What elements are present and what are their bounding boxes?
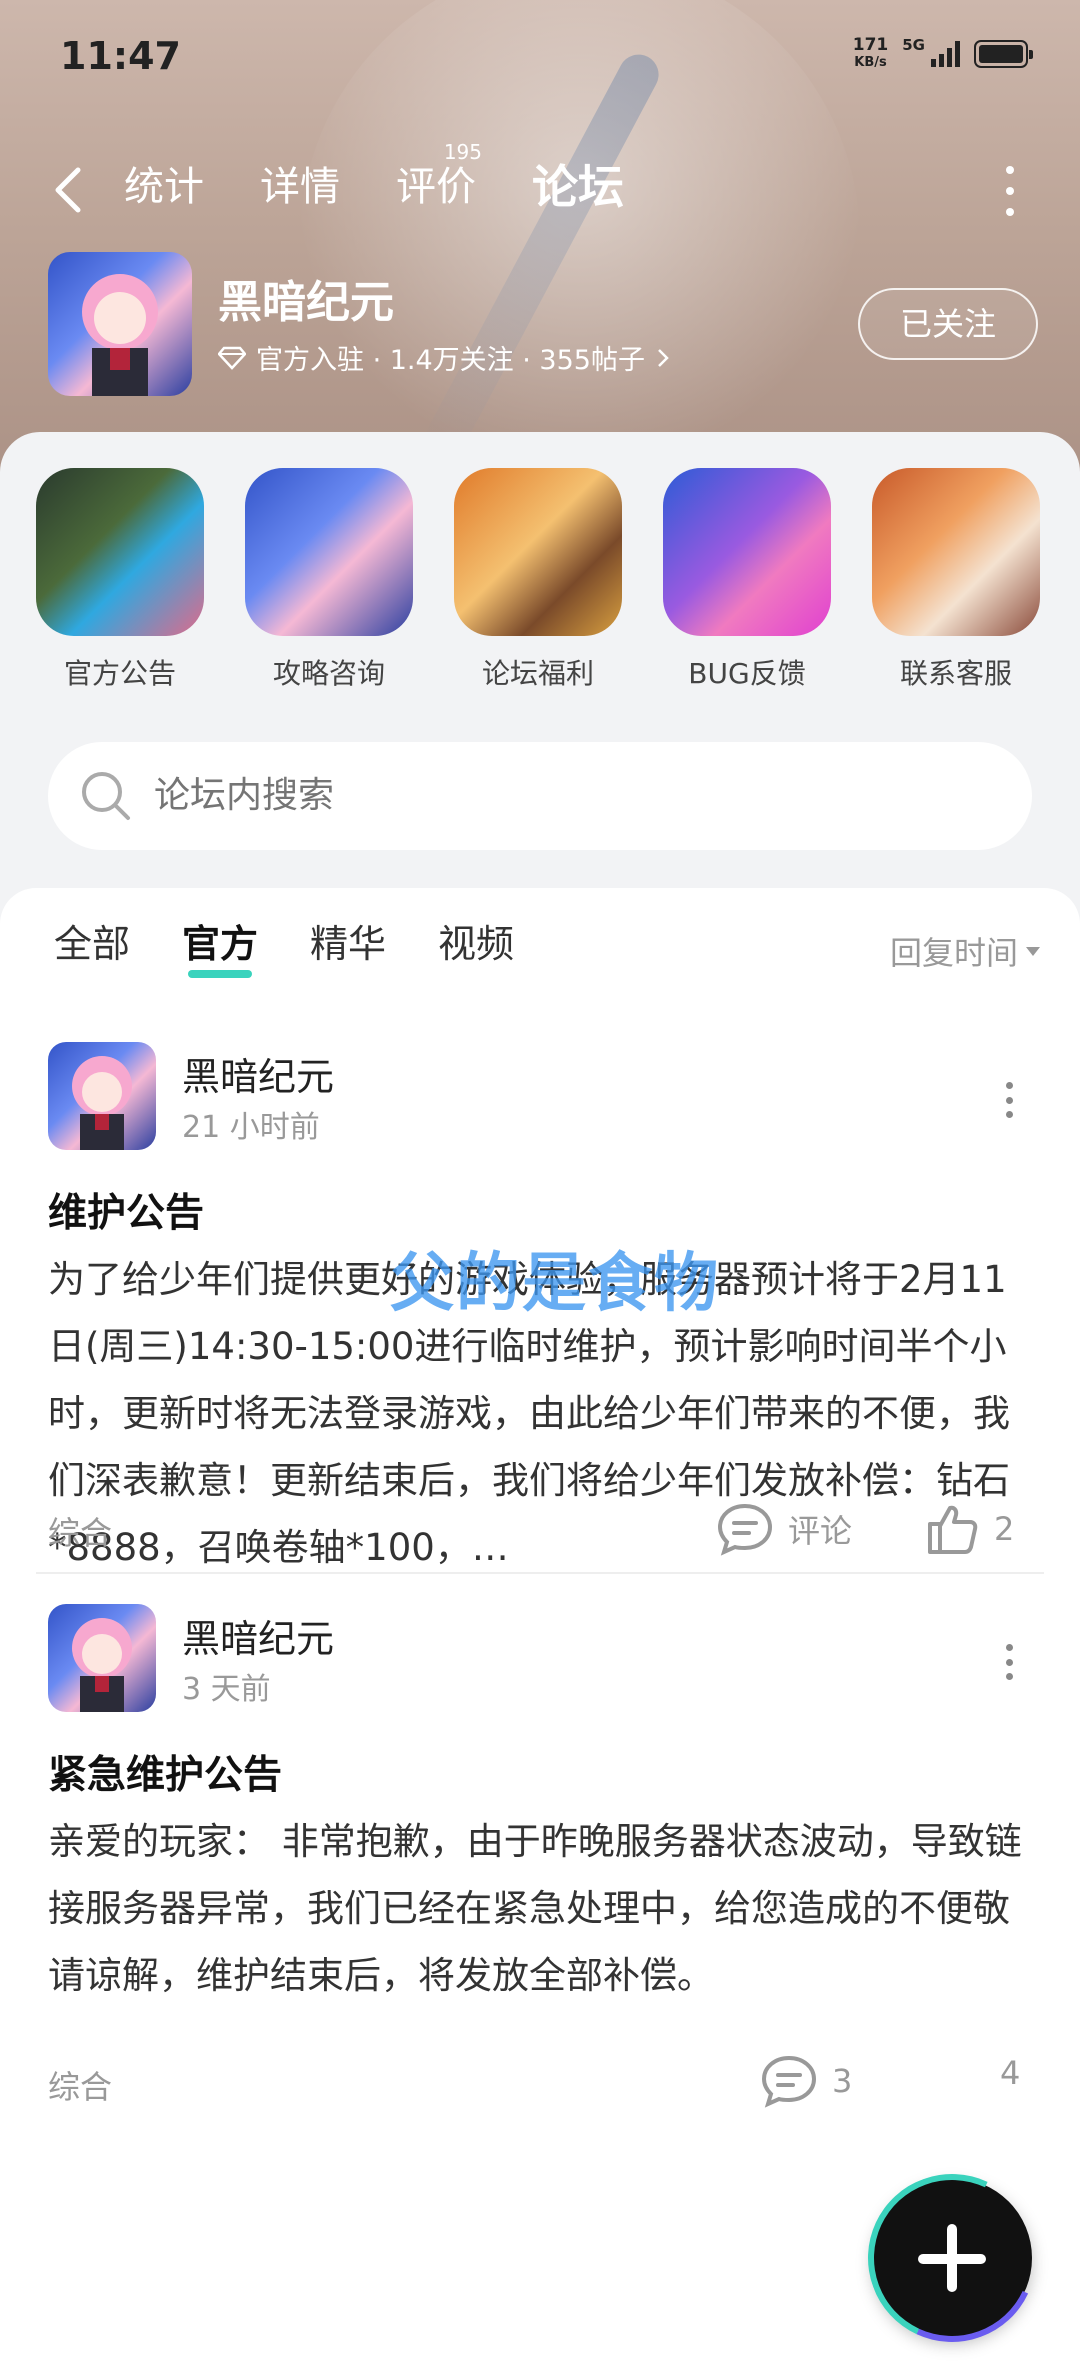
avatar[interactable] xyxy=(48,1604,156,1712)
chevron-left-icon xyxy=(55,167,81,213)
forum-panel: 官方公告 攻略咨询 论坛福利 BUG反馈 联系客服 全部 官方 精华 xyxy=(0,432,1080,2369)
sort-dropdown[interactable]: 回复时间 xyxy=(890,928,1040,974)
follow-button[interactable]: 已关注 xyxy=(858,288,1038,360)
feed-tabs: 全部 官方 精华 视频 xyxy=(54,914,514,978)
top-nav: 统计 详情 评价 195 论坛 xyxy=(0,142,1080,230)
chevron-right-icon xyxy=(658,348,669,367)
post-item[interactable]: 黑暗纪元 3 天前 紧急维护公告 亲爱的玩家： 非常抱歉，由于昨晚服务器状态波动… xyxy=(0,1604,1080,2164)
avatar[interactable] xyxy=(48,1042,156,1150)
forum-search[interactable] xyxy=(48,742,1032,850)
bug-report-icon xyxy=(663,468,831,636)
caret-down-icon xyxy=(1026,946,1040,956)
avatar-art xyxy=(72,1618,132,1712)
post-author[interactable]: 黑暗纪元 xyxy=(182,1046,334,1101)
tab-reviews-label: 评价 xyxy=(396,164,476,210)
benefits-icon xyxy=(454,468,622,636)
category-official-notice[interactable]: 官方公告 xyxy=(35,468,205,692)
battery-icon xyxy=(974,40,1033,68)
category-benefits[interactable]: 论坛福利 xyxy=(453,468,623,692)
tab-stats[interactable]: 统计 xyxy=(124,156,204,218)
back-button[interactable] xyxy=(46,160,96,220)
tab-video[interactable]: 视频 xyxy=(438,914,514,974)
diamond-icon xyxy=(218,346,246,370)
tab-details[interactable]: 详情 xyxy=(260,156,340,218)
post-divider xyxy=(36,1572,1044,1574)
like-count: 4 xyxy=(1000,2054,1021,2092)
more-vertical-icon xyxy=(1006,166,1014,174)
signal-icon xyxy=(931,41,960,67)
post-tag[interactable]: 综合 xyxy=(48,1508,112,1554)
quick-categories: 官方公告 攻略咨询 论坛福利 BUG反馈 联系客服 xyxy=(0,468,1080,698)
status-indicators: 171 KB/s 5G xyxy=(852,35,1033,72)
status-time: 11:47 xyxy=(60,34,181,78)
search-input[interactable] xyxy=(154,742,974,850)
tab-all[interactable]: 全部 xyxy=(54,914,130,974)
game-meta[interactable]: 官方入驻 · 1.4万关注 · 355帖子 xyxy=(218,338,671,377)
sort-label: 回复时间 xyxy=(889,934,1018,972)
comment-count: 3 xyxy=(832,2062,853,2100)
more-vertical-icon xyxy=(1005,1082,1013,1089)
nav-tabs: 统计 详情 评价 195 论坛 xyxy=(124,142,624,222)
category-guides[interactable]: 攻略咨询 xyxy=(244,468,414,692)
post-more-button[interactable] xyxy=(1004,1082,1014,1118)
network-type: 5G xyxy=(902,36,925,54)
guides-icon xyxy=(245,468,413,636)
post-more-button[interactable] xyxy=(1004,1644,1014,1680)
post-time: 3 天前 xyxy=(182,1672,271,1707)
comment-icon xyxy=(761,2055,817,2108)
comment-button[interactable]: 评论 xyxy=(716,1502,852,1556)
comment-label: 评论 xyxy=(788,1512,853,1550)
post-body[interactable]: 亲爱的玩家： 非常抱歉，由于昨晚服务器状态波动，导致链接服务器异常，我们已经在紧… xyxy=(48,1808,1038,2009)
post-author[interactable]: 黑暗纪元 xyxy=(182,1608,334,1663)
official-notice-icon xyxy=(36,468,204,636)
support-icon xyxy=(872,468,1040,636)
reviews-count-badge: 195 xyxy=(443,140,482,164)
game-meta-text: 官方入驻 · 1.4万关注 · 355帖子 xyxy=(256,345,645,376)
tab-featured[interactable]: 精华 xyxy=(310,914,386,974)
comment-icon xyxy=(717,1503,773,1556)
comment-button[interactable]: 3 xyxy=(760,2054,852,2108)
tab-official[interactable]: 官方 xyxy=(182,914,258,978)
category-bug-report[interactable]: BUG反馈 xyxy=(662,468,832,692)
search-icon xyxy=(82,772,130,820)
create-post-button[interactable] xyxy=(844,2150,1060,2366)
avatar-art xyxy=(72,1056,132,1150)
more-vertical-icon xyxy=(1005,1644,1013,1651)
more-menu-button[interactable] xyxy=(1002,166,1018,216)
like-button[interactable]: 4 xyxy=(1000,2054,1020,2092)
post-title[interactable]: 紧急维护公告 xyxy=(48,1744,282,1800)
post-time: 21 小时前 xyxy=(182,1110,320,1145)
game-info: 黑暗纪元 官方入驻 · 1.4万关注 · 355帖子 已关注 xyxy=(48,252,1038,396)
category-support[interactable]: 联系客服 xyxy=(871,468,1041,692)
tab-forum[interactable]: 论坛 xyxy=(532,156,624,222)
post-feed: 全部 官方 精华 视频 回复时间 黑暗纪元 21 小时前 维护公告 为了给少年们… xyxy=(0,888,1080,2369)
like-count: 2 xyxy=(994,1510,1015,1548)
like-button[interactable]: 2 xyxy=(926,1502,1014,1556)
status-bar: 11:47 171 KB/s 5G xyxy=(0,0,1080,110)
game-name: 黑暗纪元 xyxy=(218,277,394,328)
game-icon[interactable] xyxy=(48,252,192,396)
net-speed: 171 KB/s xyxy=(852,35,889,70)
watermark-text: 父的是食物 xyxy=(390,1247,720,1321)
thumbs-up-icon xyxy=(928,1505,978,1554)
tab-reviews[interactable]: 评价 195 xyxy=(396,142,482,218)
post-tag[interactable]: 综合 xyxy=(48,2062,112,2108)
post-title[interactable]: 维护公告 xyxy=(48,1182,204,1238)
game-character-art xyxy=(82,274,158,396)
